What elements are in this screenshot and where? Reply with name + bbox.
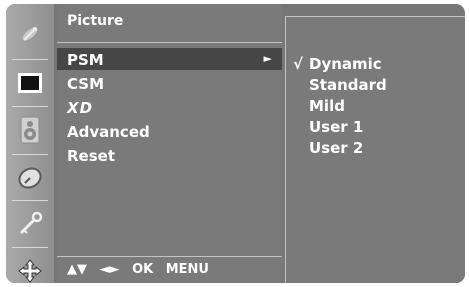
menu-item-xd[interactable]: XD [57,96,282,118]
up-down-arrows-icon: ▲▼ [67,262,87,277]
tv-osd-menu: Picture PSM ► CSM XD Advanced Reset ▲▼ ◄… [6,4,465,283]
category-rail [6,4,54,283]
menu-item-psm[interactable]: PSM ► [57,48,282,70]
menu-item-advanced[interactable]: Advanced [57,120,282,142]
menu-item-label: CSM [67,75,105,93]
menu-item-reset[interactable]: Reset [57,144,282,166]
footer-divider [57,256,282,257]
option-label: Mild [309,97,345,115]
menu-title: Picture [67,13,124,29]
option-dynamic[interactable]: √ Dynamic [293,55,382,75]
option-label: Standard [309,76,387,94]
menu-hint: MENU [165,262,209,277]
picture-icon[interactable] [6,61,54,105]
key-icon[interactable] [6,202,54,246]
menu-item-label: Reset [67,147,115,165]
option-user-1[interactable]: User 1 [293,118,363,138]
main-menu-panel: Picture PSM ► CSM XD Advanced Reset ▲▼ ◄… [57,4,282,283]
satellite-icon[interactable] [6,12,54,56]
option-label: Dynamic [309,55,382,73]
psm-submenu: √ Dynamic Standard Mild User 1 User 2 [285,16,465,283]
left-right-arrows-icon: ◄► [99,262,120,277]
check-mark-icon: √ [293,55,304,73]
menu-item-csm[interactable]: CSM [57,72,282,94]
xd-logo: XD [67,99,94,117]
ok-hint: OK [132,262,154,277]
menu-item-label: Advanced [67,123,150,141]
speaker-icon[interactable] [6,108,54,152]
option-icon[interactable] [6,249,54,283]
option-standard[interactable]: Standard [293,76,387,96]
option-label: User 2 [309,139,364,157]
option-label: User 1 [309,118,364,136]
navigation-hint: ▲▼ ◄► OK MENU [67,262,217,277]
title-divider [57,42,282,43]
option-user-2[interactable]: User 2 [293,139,363,159]
clock-icon[interactable] [6,156,54,200]
option-mild[interactable]: Mild [293,97,345,117]
submenu-arrow-icon: ► [263,52,272,65]
menu-item-label: PSM [67,51,104,69]
